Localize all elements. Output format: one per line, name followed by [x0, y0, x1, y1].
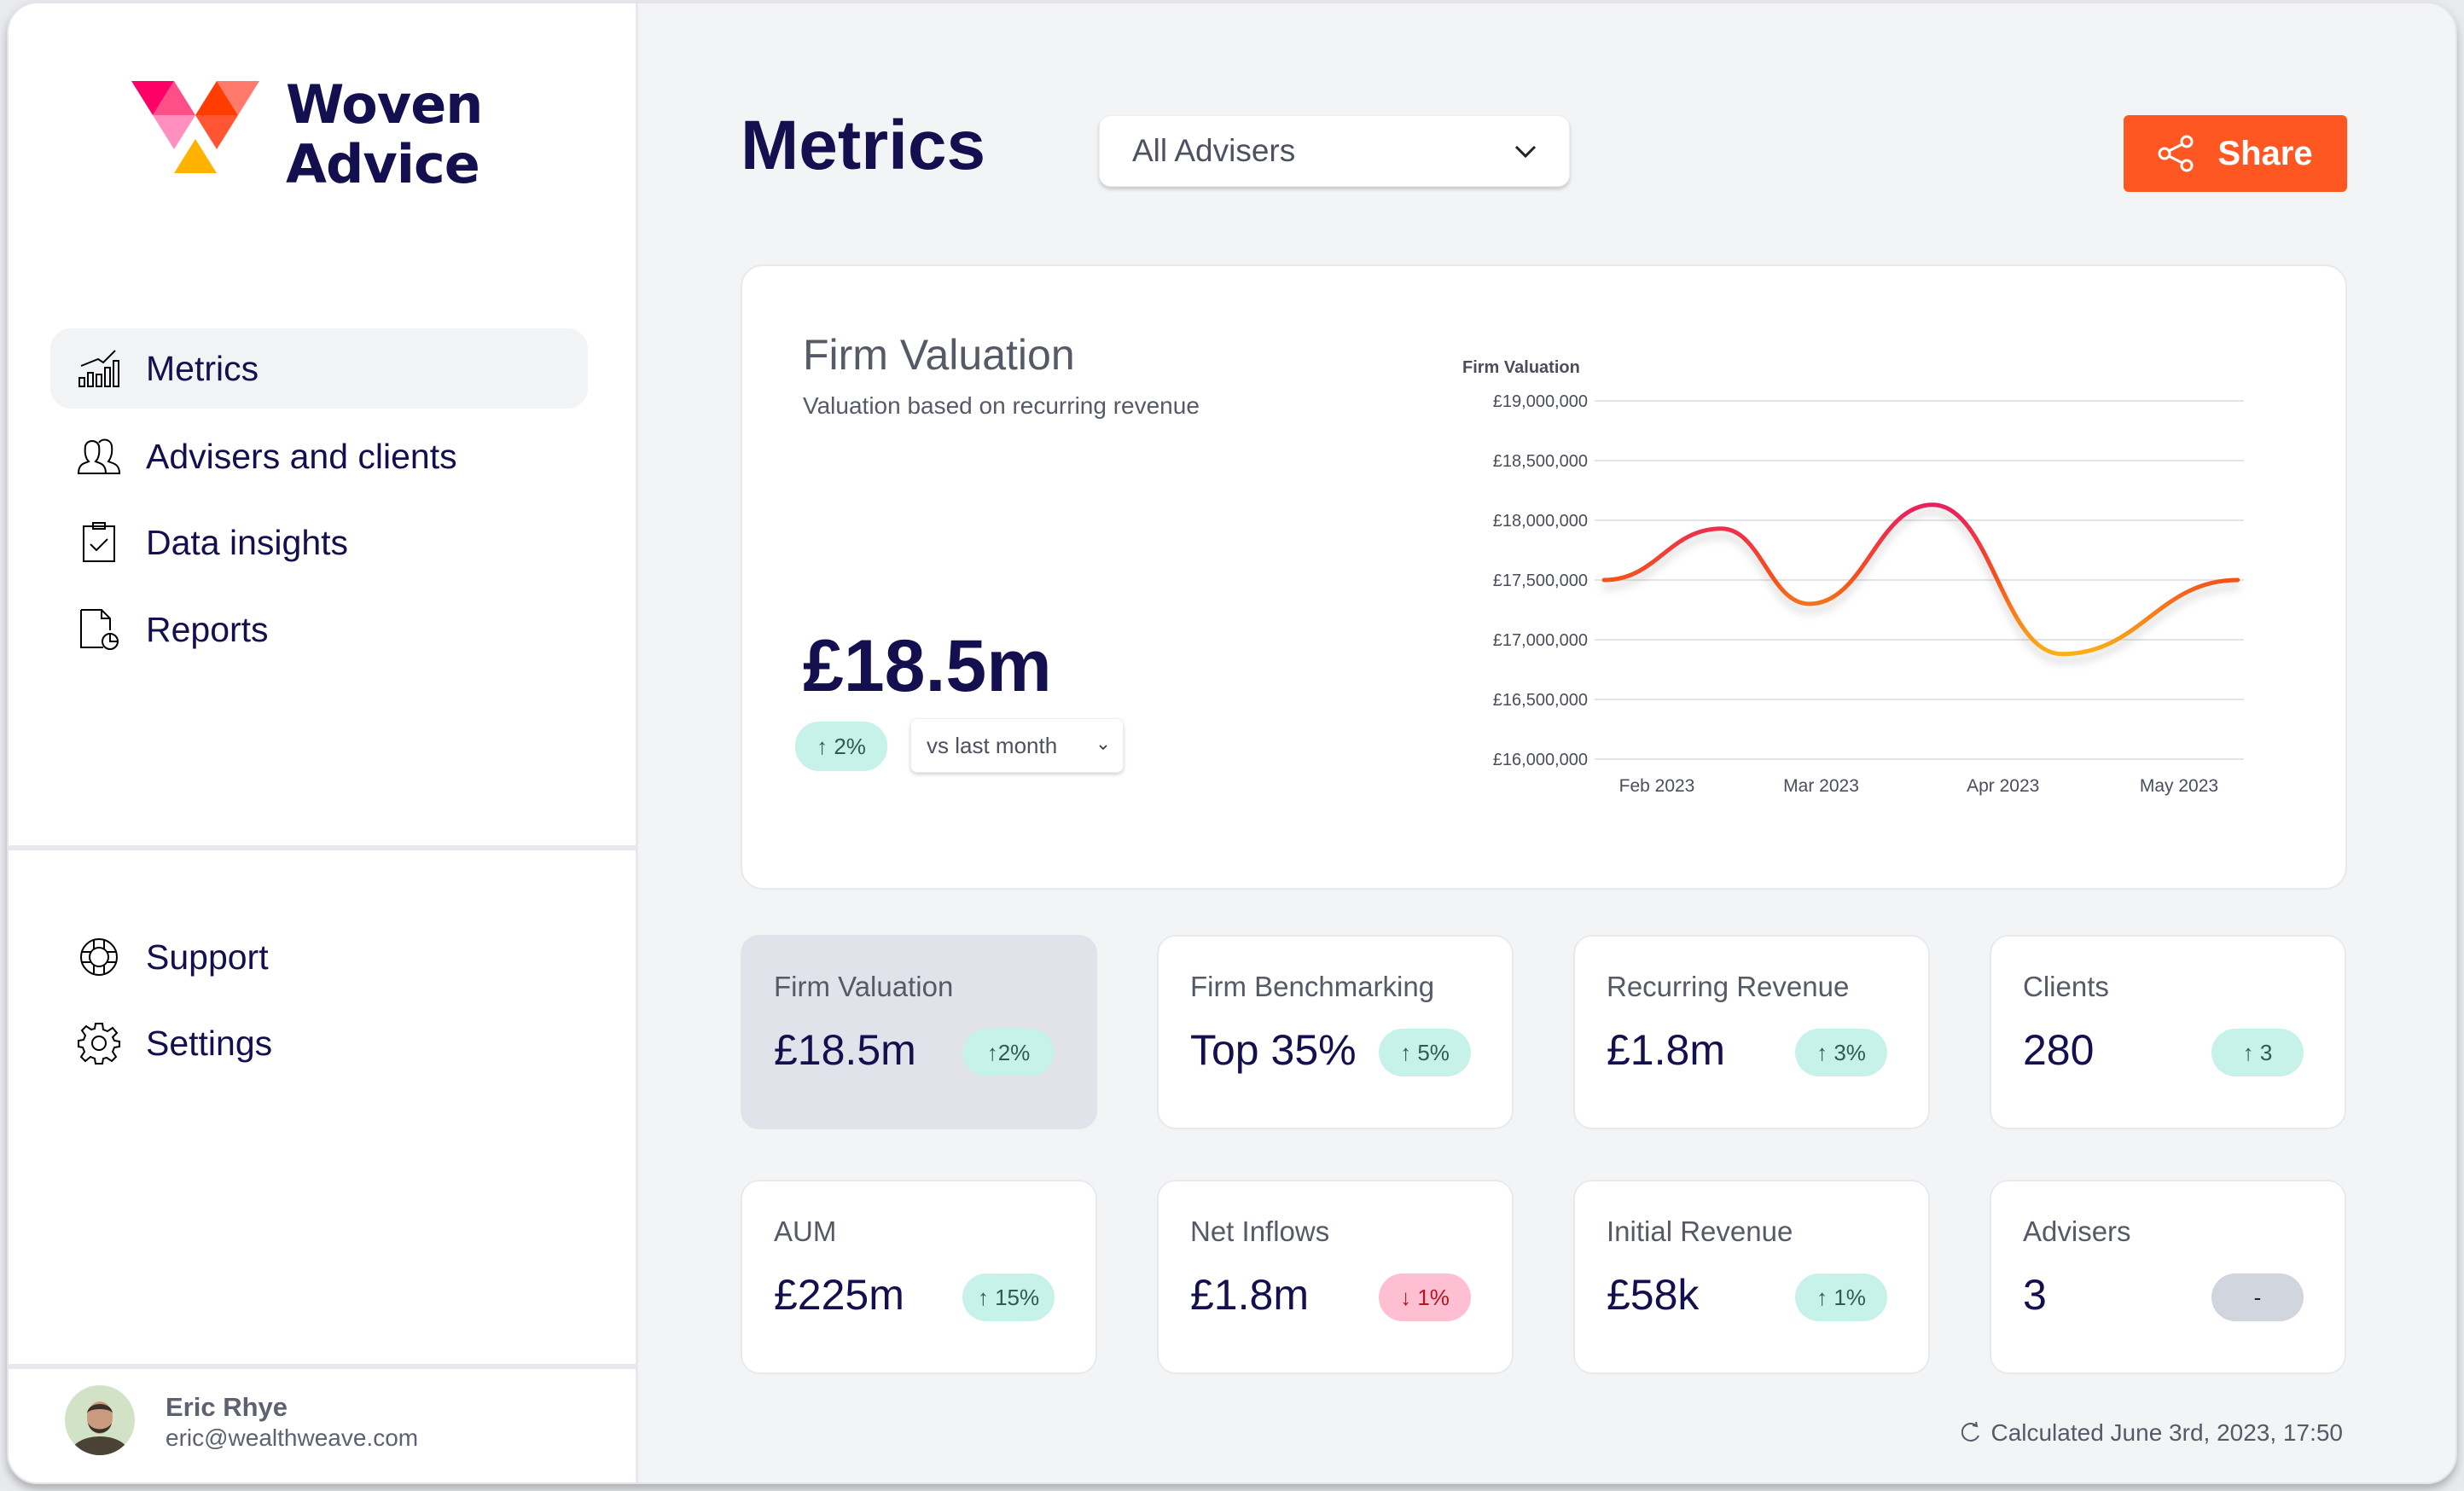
- lifebuoy-icon: [76, 934, 122, 980]
- y-tick-label: £19,000,000: [1493, 392, 1588, 411]
- y-tick-label: £17,000,000: [1493, 631, 1588, 650]
- sidebar-item-label: Support: [146, 937, 269, 977]
- metric-card-recurring-revenue[interactable]: Recurring Revenue £1.8m ↑ 3%: [1573, 935, 1930, 1129]
- share-label: Share: [2217, 134, 2313, 172]
- app-window: Woven Advice Metrics Advisers and client…: [7, 2, 2457, 1484]
- users-icon: [76, 433, 122, 479]
- metric-value: 3: [2023, 1271, 2047, 1319]
- metric-card-clients[interactable]: Clients 280 ↑ 3: [1990, 935, 2346, 1129]
- sidebar-item-metrics[interactable]: Metrics: [50, 328, 588, 409]
- metric-label: Advisers: [2023, 1215, 2131, 1247]
- firm-valuation-card: Firm Valuation Valuation based on recurr…: [741, 264, 2347, 890]
- sidebar-item-label: Metrics: [146, 348, 259, 388]
- metric-value: £1.8m: [1190, 1271, 1309, 1319]
- metric-value: £58k: [1607, 1271, 1700, 1319]
- woven-advice-logo[interactable]: [131, 81, 259, 175]
- change-badge: ↑2%: [962, 1029, 1055, 1076]
- change-badge: ↑ 1%: [1795, 1273, 1887, 1321]
- y-tick-label: £18,500,000: [1493, 452, 1588, 471]
- metric-card-firm-valuation[interactable]: Firm Valuation £18.5m ↑2%: [741, 935, 1097, 1129]
- sidebar-item-support[interactable]: Support: [50, 917, 588, 997]
- x-tick-label: Mar 2023: [1783, 776, 1859, 796]
- metric-label: Clients: [2023, 971, 2109, 1002]
- metric-label: Firm Benchmarking: [1190, 971, 1435, 1002]
- metric-card-firm-benchmarking[interactable]: Firm Benchmarking Top 35% ↑ 5%: [1157, 935, 1514, 1129]
- change-badge: ↑ 3%: [1795, 1029, 1887, 1076]
- y-tick-label: £17,500,000: [1493, 571, 1588, 590]
- y-tick-label: £16,500,000: [1493, 691, 1588, 710]
- change-badge: ↑ 3: [2211, 1029, 2304, 1076]
- sidebar: Woven Advice Metrics Advisers and client…: [9, 3, 638, 1482]
- metric-value: £1.8m: [1607, 1026, 1725, 1074]
- sidebar-item-label: Advisers and clients: [146, 436, 457, 476]
- sidebar-divider: [9, 845, 638, 850]
- brand-line-1: Woven: [286, 73, 483, 136]
- adviser-select-value: All Advisers: [1132, 133, 1296, 168]
- metric-card-aum[interactable]: AUM £225m ↑ 15%: [741, 1180, 1097, 1374]
- sidebar-item-advisers-and-clients[interactable]: Advisers and clients: [50, 416, 588, 496]
- x-tick-label: Apr 2023: [1967, 776, 2039, 796]
- y-tick-label: £18,000,000: [1493, 512, 1588, 531]
- metric-value: £18.5m: [774, 1026, 916, 1074]
- avatar[interactable]: [65, 1385, 135, 1455]
- share-button[interactable]: Share: [2124, 115, 2347, 192]
- metric-card-initial-revenue[interactable]: Initial Revenue £58k ↑ 1%: [1573, 1180, 1930, 1374]
- metric-label: Recurring Revenue: [1607, 971, 1850, 1002]
- metric-value: £225m: [774, 1271, 904, 1319]
- brand-name: Woven Advice: [286, 73, 483, 195]
- gear-icon: [76, 1020, 122, 1066]
- sidebar-item-settings[interactable]: Settings: [50, 1003, 588, 1083]
- report-icon: [76, 606, 122, 653]
- share-icon: [2158, 135, 2194, 172]
- metric-label: Initial Revenue: [1607, 1215, 1793, 1247]
- sidebar-item-label: Reports: [146, 609, 269, 649]
- change-badge: ↑ 5%: [1379, 1029, 1471, 1076]
- metric-label: Net Inflows: [1190, 1215, 1330, 1247]
- brand-line-2: Advice: [286, 133, 480, 195]
- calculated-text: Calculated June 3rd, 2023, 17:50: [1990, 1419, 2343, 1446]
- change-badge: ↓ 1%: [1379, 1273, 1471, 1321]
- calculated-timestamp: Calculated June 3rd, 2023, 17:50: [1961, 1419, 2343, 1447]
- sidebar-item-reports[interactable]: Reports: [50, 589, 588, 670]
- chevron-down-icon: [1514, 145, 1537, 159]
- sidebar-item-label: Settings: [146, 1023, 273, 1063]
- firm-valuation-chart: Firm Valuation £19,000,000 £18,500,000 £18,…: [1462, 358, 2244, 796]
- chart-title: Firm Valuation: [1462, 358, 1580, 377]
- chart-icon: [76, 345, 122, 392]
- metric-card-net-inflows[interactable]: Net Inflows £1.8m ↓ 1%: [1157, 1180, 1514, 1374]
- user-name: Eric Rhye: [166, 1392, 288, 1422]
- metric-card-advisers[interactable]: Advisers 3 -: [1990, 1180, 2346, 1374]
- y-tick-label: £16,000,000: [1493, 751, 1588, 769]
- user-divider: [9, 1364, 638, 1369]
- metric-value: Top 35%: [1190, 1026, 1357, 1074]
- clipboard-check-icon: [76, 519, 122, 566]
- x-tick-label: May 2023: [2140, 776, 2218, 796]
- x-tick-label: Feb 2023: [1619, 776, 1695, 796]
- user-email: eric@wealthweave.com: [166, 1424, 419, 1451]
- change-badge: ↑ 15%: [962, 1273, 1055, 1321]
- metric-value: 280: [2023, 1026, 2095, 1074]
- sidebar-item-label: Data insights: [146, 522, 349, 562]
- sidebar-item-data-insights[interactable]: Data insights: [50, 502, 588, 583]
- adviser-select[interactable]: All Advisers: [1099, 115, 1570, 187]
- change-badge: -: [2211, 1273, 2304, 1321]
- metric-label: AUM: [774, 1215, 837, 1247]
- metric-label: Firm Valuation: [774, 971, 954, 1002]
- page-title: Metrics: [741, 107, 986, 184]
- refresh-icon[interactable]: [1961, 1422, 1982, 1444]
